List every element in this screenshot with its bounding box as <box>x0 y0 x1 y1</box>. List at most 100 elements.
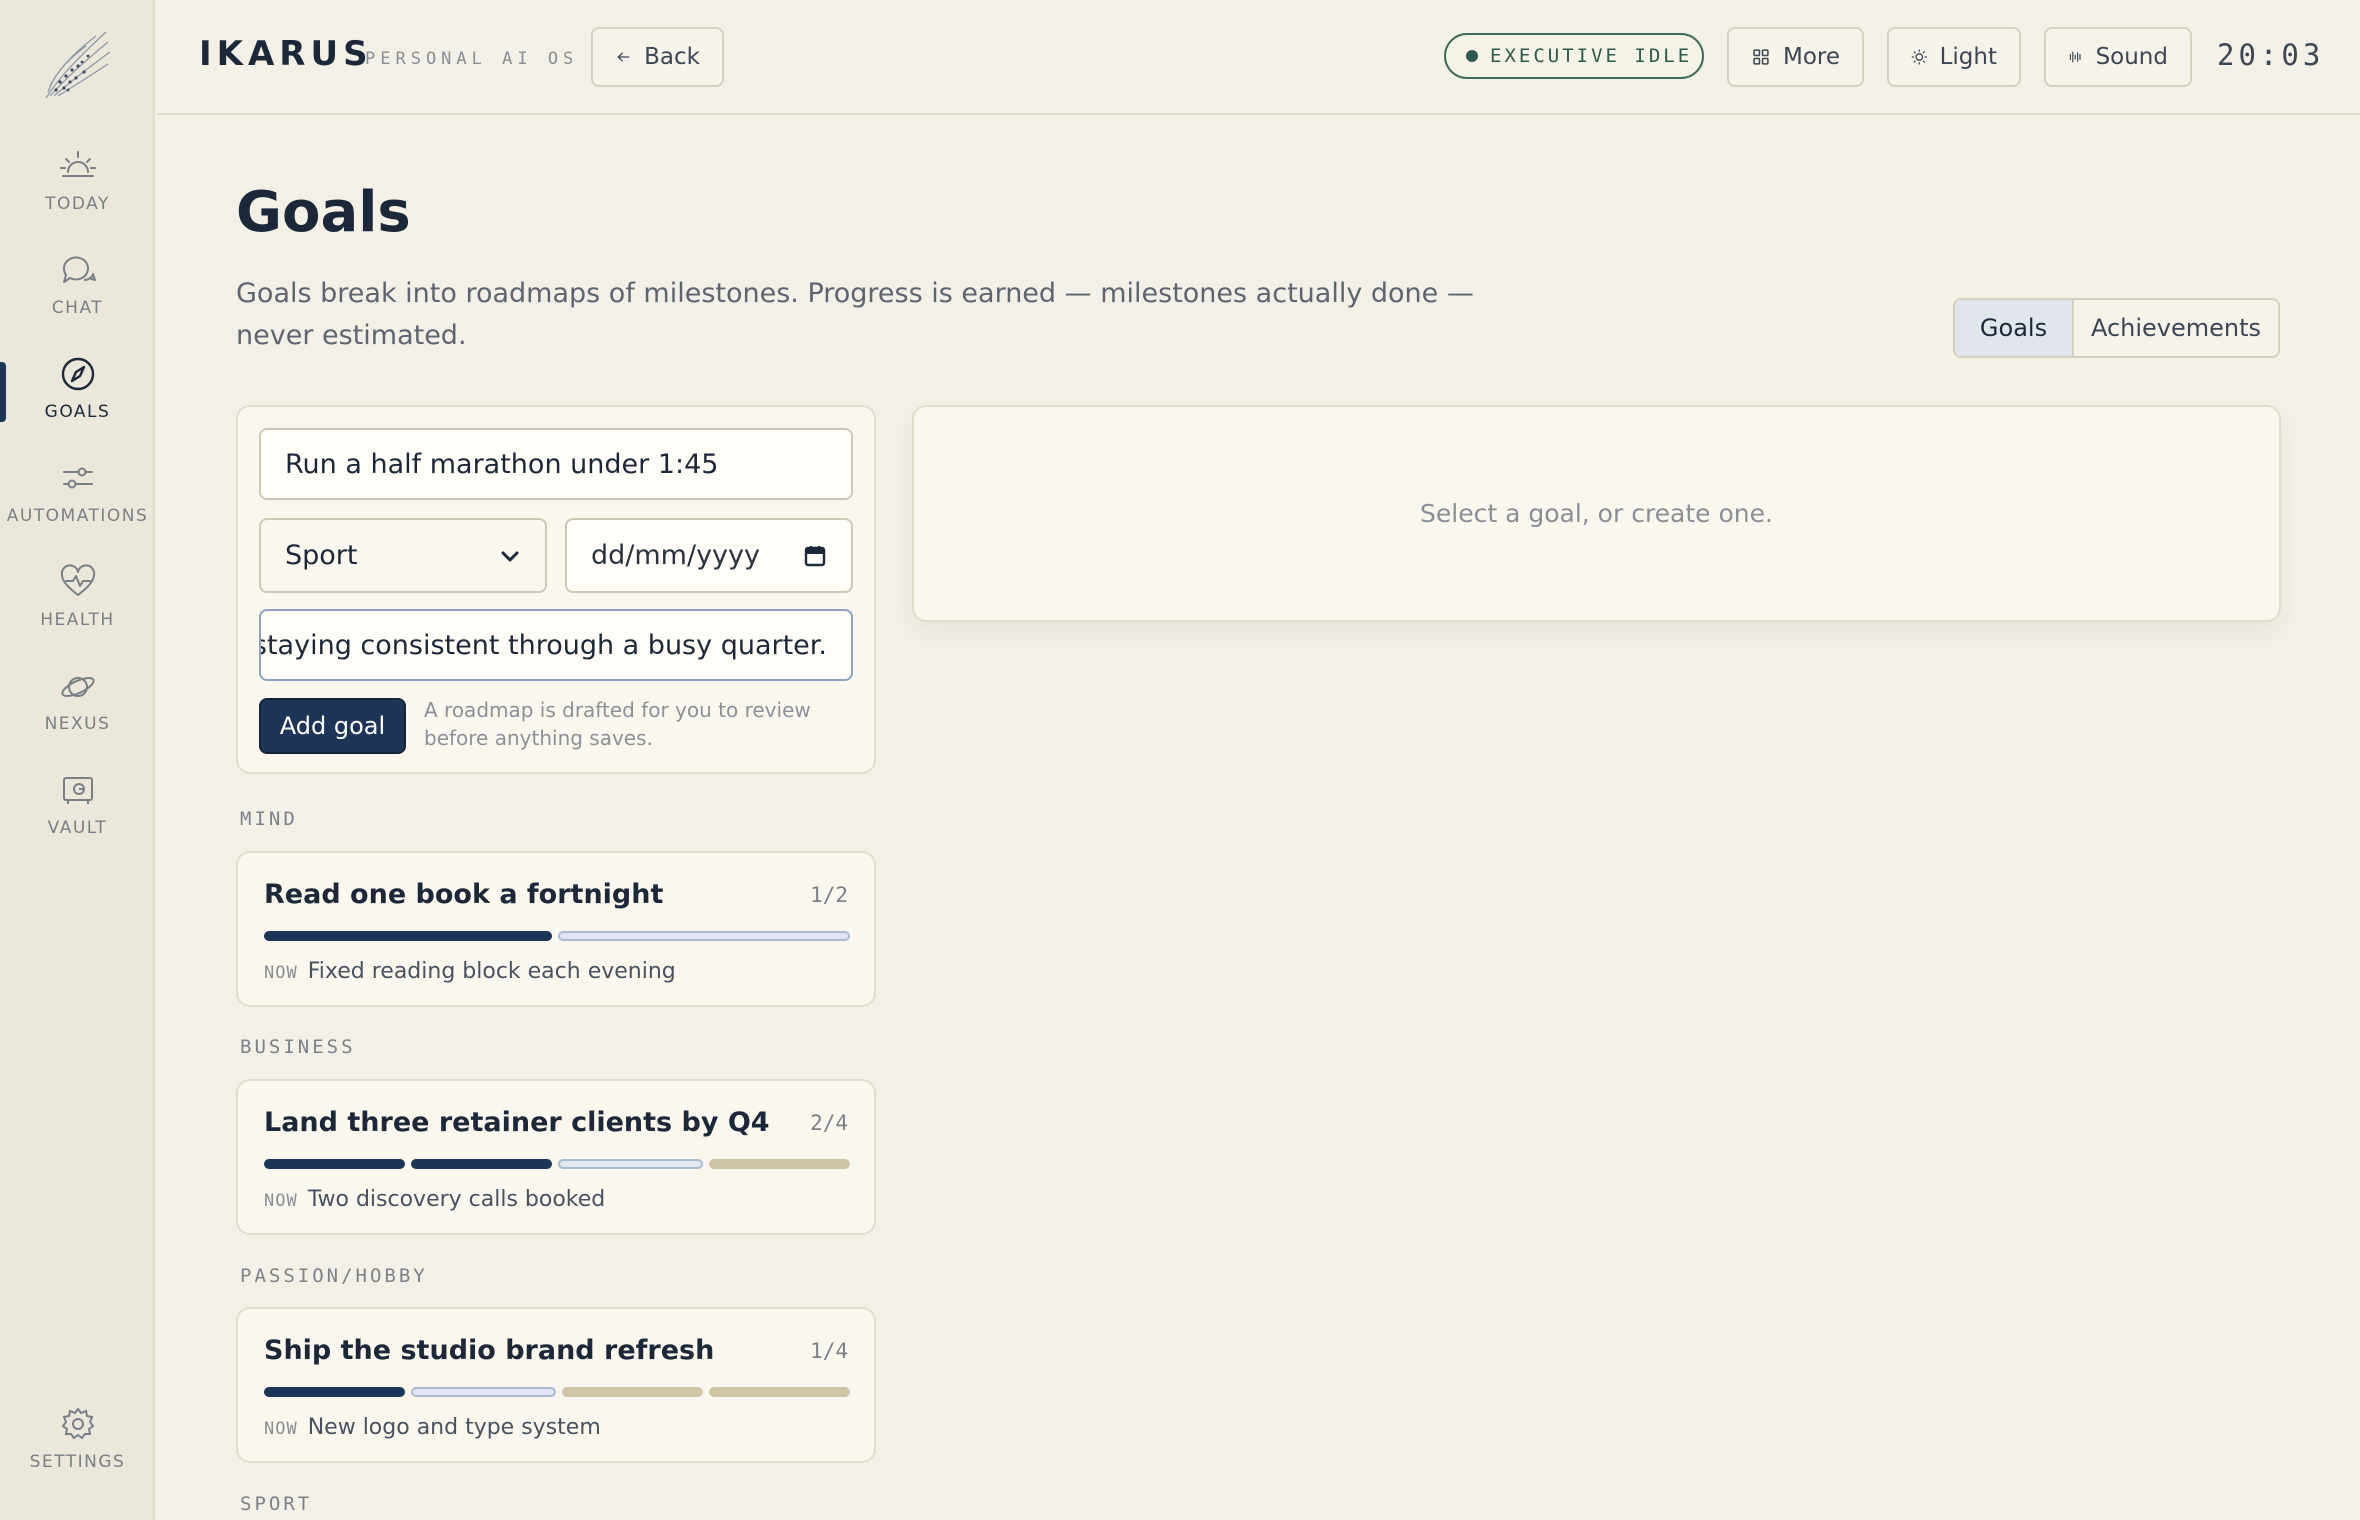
sidebar-item-label: AUTOMATIONS <box>6 506 149 526</box>
now-tag: NOW <box>264 1191 298 1211</box>
milestone-segment-done <box>264 931 552 941</box>
form-hint: A roadmap is drafted for you to review b… <box>424 698 811 750</box>
sliders-icon <box>62 467 93 489</box>
milestone-segment-todo <box>562 1387 703 1397</box>
top-bar: IKARUS PERSONAL AI OS Back EXECUTIVE IDL… <box>157 0 2360 115</box>
goal-card[interactable]: Land three retainer clients by Q4 2/4 NO… <box>236 1079 876 1235</box>
category-label-passion-hobby: PASSION/HOBBY <box>240 1265 428 1287</box>
status-text: EXECUTIVE IDLE <box>1490 45 1693 67</box>
milestone-segment-done <box>411 1159 552 1169</box>
sidebar-item-nexus[interactable]: NEXUS <box>0 666 155 758</box>
app-root: TODAY CHAT GOALS AUTOMATIONS HEALTH NEXU… <box>0 0 2360 1520</box>
sidebar-item-label: HEALTH <box>40 610 115 630</box>
goal-card[interactable]: Ship the studio brand refresh 1/4 NOW Ne… <box>236 1307 876 1463</box>
category-label-business: BUSINESS <box>240 1036 356 1058</box>
category-label-sport: SPORT <box>240 1493 313 1515</box>
milestone-progress <box>264 931 850 941</box>
theme-toggle-button[interactable]: Light <box>1887 27 2021 87</box>
milestone-segment-done <box>264 1159 405 1169</box>
page-title: Goals <box>236 180 411 245</box>
milestone-progress <box>264 1159 850 1169</box>
new-goal-form: Run a half marathon under 1:45 Sport dd/… <box>236 405 876 774</box>
now-tag: NOW <box>264 963 298 983</box>
sidebar-item-health[interactable]: HEALTH <box>0 562 155 654</box>
gear-icon <box>61 1407 94 1440</box>
sidebar-item-label: TODAY <box>45 194 110 214</box>
goal-note-input[interactable]: - for staying consistent through a busy … <box>259 609 853 681</box>
milestone-progress <box>264 1387 850 1397</box>
back-button-label: Back <box>644 44 700 70</box>
goal-title-value: Run a half marathon under 1:45 <box>285 448 719 480</box>
sidebar-item-label: GOALS <box>44 402 111 422</box>
current-milestone: NOW Two discovery calls booked <box>264 1187 605 1212</box>
sidebar-item-chat[interactable]: CHAT <box>0 250 155 342</box>
planet-icon <box>60 676 95 698</box>
date-placeholder: dd/mm/yyyy <box>591 540 760 571</box>
milestone-segment-now <box>558 931 850 941</box>
add-goal-button[interactable]: Add goal <box>259 698 406 754</box>
goal-title-input[interactable]: Run a half marathon under 1:45 <box>259 428 853 500</box>
milestone-count: 1/4 <box>810 1339 848 1363</box>
now-tag: NOW <box>264 1419 298 1439</box>
milestone-segment-done <box>264 1387 405 1397</box>
now-text: New logo and type system <box>307 1415 601 1440</box>
vault-icon <box>62 777 93 804</box>
sun-icon <box>1911 49 1927 65</box>
now-text: Fixed reading block each evening <box>307 959 676 984</box>
sidebar-item-label: NEXUS <box>44 714 111 734</box>
sidebar-item-today[interactable]: TODAY <box>0 146 155 238</box>
page-description: Goals break into roadmaps of milestones.… <box>236 278 1474 351</box>
category-value: Sport <box>285 540 358 571</box>
calendar-icon <box>804 545 826 566</box>
more-button-label: More <box>1782 44 1840 70</box>
target-date-input[interactable]: dd/mm/yyyy <box>565 518 853 593</box>
sunrise-icon <box>59 151 96 177</box>
category-label-mind: MIND <box>240 808 298 830</box>
sidebar-item-settings[interactable]: SETTINGS <box>0 1404 155 1496</box>
goal-title: Read one book a fortnight <box>264 879 664 910</box>
goal-title: Ship the studio brand refresh <box>264 1335 715 1366</box>
milestone-segment-now <box>558 1159 703 1169</box>
sidebar-item-label: CHAT <box>51 298 104 318</box>
sound-toggle-button[interactable]: Sound <box>2044 27 2192 87</box>
compass-icon <box>61 357 94 391</box>
back-button[interactable]: Back <box>591 27 724 87</box>
sidebar-item-vault[interactable]: VAULT <box>0 770 155 862</box>
heart-pulse-icon <box>60 564 95 596</box>
clock: 20:03 <box>2217 38 2325 72</box>
sidebar-item-label: VAULT <box>47 818 108 838</box>
arrow-left-icon <box>617 52 630 62</box>
sidebar-item-automations[interactable]: AUTOMATIONS <box>0 458 155 550</box>
sidebar-item-label: SETTINGS <box>29 1452 126 1472</box>
theme-button-label: Light <box>1939 44 1997 70</box>
category-select[interactable]: Sport <box>259 518 547 593</box>
status-badge: EXECUTIVE IDLE <box>1444 33 1704 79</box>
milestone-segment-todo <box>709 1159 850 1169</box>
goal-title: Land three retainer clients by Q4 <box>264 1107 770 1138</box>
sound-wave-icon <box>2069 51 2081 63</box>
milestone-segment-todo <box>709 1387 850 1397</box>
goal-card[interactable]: Read one book a fortnight 1/2 NOW Fixed … <box>236 851 876 1007</box>
status-dot <box>1466 50 1478 62</box>
grid-icon <box>1753 49 1769 65</box>
goal-note-value: - for staying consistent through a busy … <box>259 629 827 661</box>
view-tabs: Goals Achievements <box>1953 298 2280 358</box>
tab-achievements[interactable]: Achievements <box>2074 300 2278 356</box>
goal-detail-panel: Select a goal, or create one. <box>912 405 2281 622</box>
tab-goals[interactable]: Goals <box>1955 300 2074 356</box>
wing-logo-icon <box>45 31 111 99</box>
chevron-down-icon <box>501 551 519 561</box>
now-text: Two discovery calls booked <box>307 1187 606 1212</box>
current-milestone: NOW Fixed reading block each evening <box>264 959 676 984</box>
chat-bubbles-icon <box>62 256 96 283</box>
current-milestone: NOW New logo and type system <box>264 1415 601 1440</box>
milestone-segment-now <box>411 1387 556 1397</box>
more-button[interactable]: More <box>1727 27 1864 87</box>
milestone-count: 2/4 <box>810 1111 848 1135</box>
app-brand: IKARUS <box>199 34 373 74</box>
sound-button-label: Sound <box>2095 44 2168 70</box>
sidebar-item-goals[interactable]: GOALS <box>0 354 155 446</box>
milestone-count: 1/2 <box>810 883 848 907</box>
sidebar: TODAY CHAT GOALS AUTOMATIONS HEALTH NEXU… <box>0 0 155 1520</box>
app-tagline: PERSONAL AI OS <box>365 49 579 69</box>
